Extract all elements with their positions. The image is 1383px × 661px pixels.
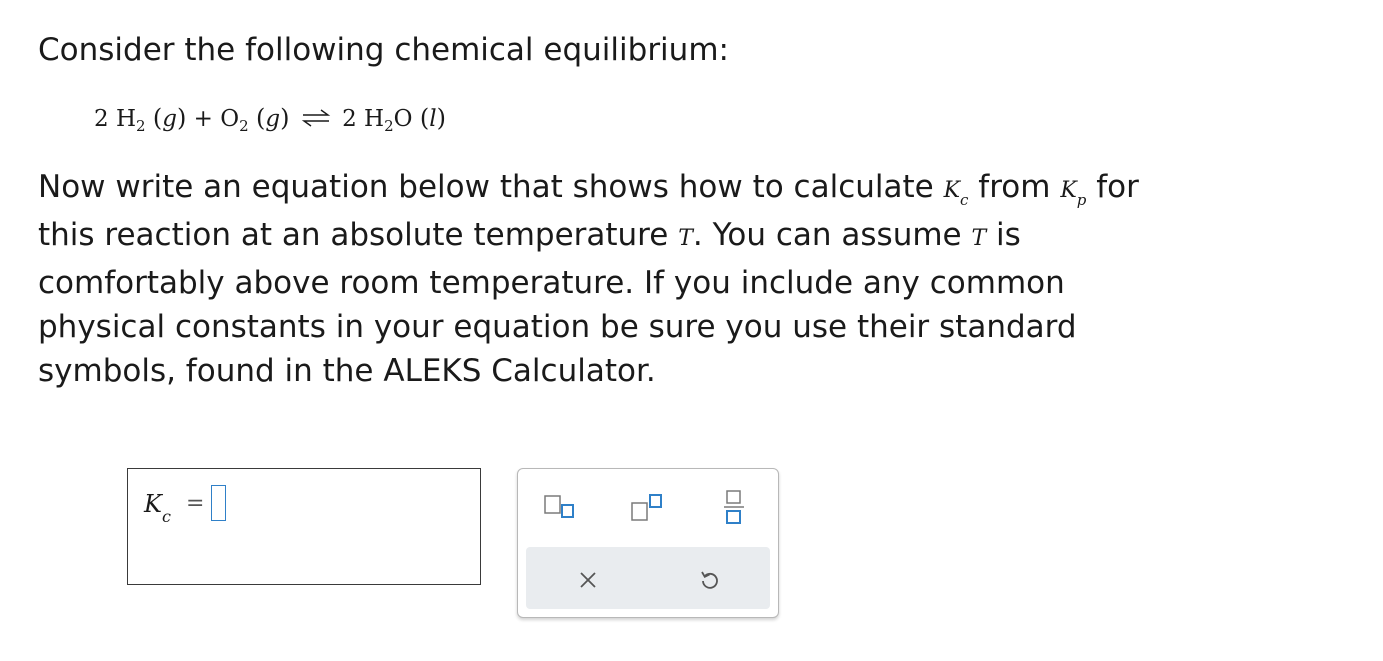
eq-state-l: l (429, 106, 437, 132)
eq-coef-h2o: 2 (342, 106, 357, 132)
subscript-button[interactable] (532, 483, 588, 533)
question-line-5: symbols, found in the ALEKS Calculator. (38, 353, 656, 389)
answer-input-box[interactable]: K c = (127, 468, 481, 585)
kc-variable: Kc (943, 178, 969, 209)
eq-h2o-sub: 2 (384, 117, 394, 135)
eq-state-g1: g (162, 106, 177, 132)
answer-lhs-variable: K (144, 490, 162, 518)
superscript-icon (627, 493, 667, 523)
eq-h2o-h: H (364, 106, 385, 132)
answer-lhs-subscript: c (162, 507, 171, 526)
eq-o2-sub: 2 (239, 117, 249, 135)
math-palette (517, 468, 779, 618)
eq-h2o-o: O (393, 106, 413, 132)
question-line-2: this reaction at an absolute temperature… (38, 217, 1021, 253)
question-line-1: Now write an equation below that shows h… (38, 169, 1139, 209)
equilibrium-arrow-icon (301, 103, 331, 137)
undo-icon (698, 568, 722, 592)
fraction-icon (719, 488, 749, 528)
eq-h2-sub: 2 (136, 117, 146, 135)
clear-icon (577, 569, 599, 591)
chemical-equation: 2 H2 (g) + O2 (g) 2 H2O (l) (94, 103, 446, 137)
fraction-button[interactable] (706, 483, 762, 533)
eq-plus: + (193, 106, 213, 132)
kp-variable: Kp (1060, 178, 1087, 209)
t-variable: T (678, 226, 693, 251)
t-variable-2: T (971, 226, 987, 251)
question-line-3: comfortably above room temperature. If y… (38, 265, 1065, 301)
intro-text: Consider the following chemical equilibr… (38, 32, 729, 68)
clear-button[interactable] (560, 555, 616, 605)
superscript-button[interactable] (619, 483, 675, 533)
answer-equals-sign: = (186, 491, 205, 516)
subscript-icon (540, 493, 580, 523)
eq-o2-symbol: O (220, 106, 240, 132)
eq-coef-h2: 2 (94, 106, 109, 132)
answer-input-slot[interactable] (211, 485, 226, 521)
eq-h2-symbol: H (115, 106, 137, 132)
question-text: Now write an equation below that shows h… (38, 165, 1348, 393)
question-line-4: physical constants in your equation be s… (38, 309, 1077, 345)
undo-button[interactable] (682, 555, 738, 605)
eq-state-g2: g (265, 106, 281, 132)
